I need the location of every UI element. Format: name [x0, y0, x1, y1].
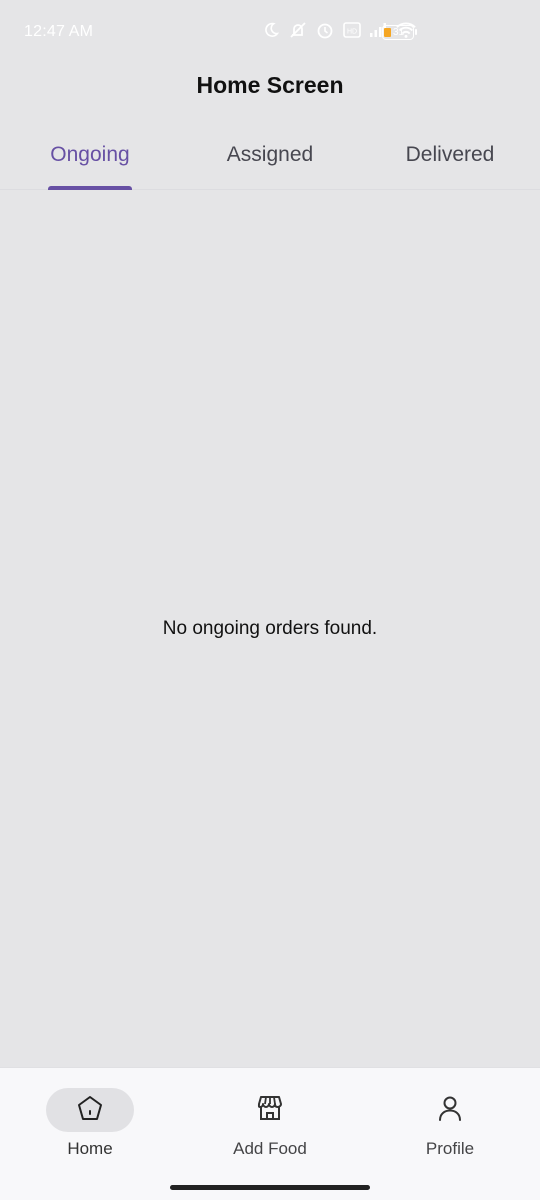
nav-item-profile[interactable]: Profile	[360, 1088, 540, 1168]
home-icon	[75, 1093, 105, 1128]
tab-indicator	[48, 186, 132, 190]
tab-ongoing[interactable]: Ongoing	[0, 130, 180, 189]
hd-icon: HD	[342, 20, 362, 40]
moon-icon	[261, 20, 281, 40]
battery-level-fill	[384, 28, 391, 37]
store-icon	[255, 1093, 285, 1128]
muted-icon	[288, 20, 308, 40]
home-indicator[interactable]	[170, 1185, 370, 1190]
bottom-navigation: Home Add Food Profile	[0, 1067, 540, 1200]
tab-label: Ongoing	[50, 143, 130, 166]
alarm-icon	[315, 20, 335, 40]
battery-nub	[415, 29, 417, 35]
battery-level: 31	[393, 27, 405, 38]
page-title: Home Screen	[196, 72, 344, 98]
nav-label: Profile	[425, 1139, 475, 1158]
nav-pill	[406, 1088, 494, 1132]
nav-item-add-food[interactable]: Add Food	[180, 1088, 360, 1168]
tab-bar: Ongoing Assigned Delivered	[0, 130, 540, 190]
empty-state-message: No ongoing orders found.	[162, 618, 378, 639]
status-bar: 12:47 AM HD 31	[0, 0, 540, 64]
nav-label: Home	[67, 1139, 113, 1158]
nav-label: Add Food	[233, 1139, 307, 1158]
tab-label: Assigned	[226, 143, 314, 166]
screen: 12:47 AM HD 31 Home Screen Ongoing Assig…	[0, 0, 540, 1200]
person-icon	[435, 1093, 465, 1128]
nav-item-home[interactable]: Home	[0, 1088, 180, 1168]
status-time: 12:47 AM	[24, 23, 94, 40]
svg-text:HD: HD	[347, 29, 357, 36]
nav-pill	[46, 1088, 134, 1132]
tab-assigned[interactable]: Assigned	[180, 130, 360, 189]
tab-label: Delivered	[405, 143, 495, 166]
tab-delivered[interactable]: Delivered	[360, 130, 540, 189]
battery-icon: 31	[382, 25, 417, 40]
nav-pill	[226, 1088, 314, 1132]
